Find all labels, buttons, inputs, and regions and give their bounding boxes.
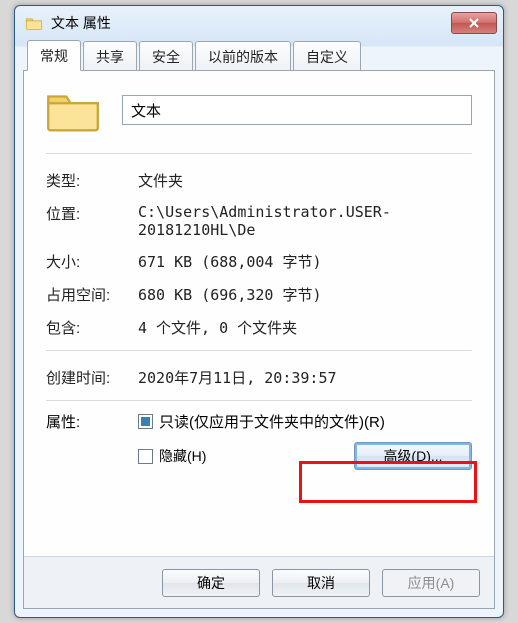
value-contains: 4 个文件, 0 个文件夹 [138,317,472,338]
label-created: 创建时间: [46,367,138,388]
folder-icon [25,16,43,30]
readonly-row: 只读(仅应用于文件夹中的文件)(R) [138,411,472,432]
label-type: 类型: [46,170,138,191]
titlebar: 文本 属性 [15,6,503,40]
label-contains: 包含: [46,317,138,338]
cancel-button[interactable]: 取消 [272,569,370,597]
value-created: 2020年7月11日, 20:39:57 [138,367,472,388]
tab-custom[interactable]: 自定义 [293,41,361,71]
general-panel: 类型: 文件夹 位置: C:\Users\Administrator.USER-… [23,70,495,609]
row-type: 类型: 文件夹 [46,170,472,191]
apply-button[interactable]: 应用(A) [382,569,480,597]
dialog-footer: 确定 取消 应用(A) [24,556,494,608]
properties-dialog: 文本 属性 常规 共享 安全 以前的版本 自定义 [14,5,504,618]
folder-name-input[interactable] [122,95,472,125]
row-size-on-disk: 占用空间: 680 KB (696,320 字节) [46,284,472,305]
close-icon [468,17,480,29]
label-size: 大小: [46,251,138,272]
tab-security[interactable]: 安全 [139,41,193,71]
value-size-on-disk: 680 KB (696,320 字节) [138,284,472,305]
advanced-button[interactable]: 高级(D)... [354,442,472,470]
row-created: 创建时间: 2020年7月11日, 20:39:57 [46,367,472,388]
ok-button[interactable]: 确定 [162,569,260,597]
folder-icon-large [46,87,100,133]
label-size-on-disk: 占用空间: [46,284,138,305]
label-attributes: 属性: [46,411,138,470]
readonly-label: 只读(仅应用于文件夹中的文件)(R) [159,411,385,432]
hidden-label: 隐藏(H) [159,446,206,466]
separator [46,350,472,351]
window-title: 文本 属性 [51,13,111,33]
separator [46,153,472,154]
row-size: 大小: 671 KB (688,004 字节) [46,251,472,272]
tab-previous-versions[interactable]: 以前的版本 [195,41,291,71]
tab-sharing[interactable]: 共享 [83,41,137,71]
hidden-advanced-row: 隐藏(H) 高级(D)... [138,442,472,470]
client-area: 常规 共享 安全 以前的版本 自定义 类型: 文件夹 位置: C:\Users [23,40,495,609]
attributes-block: 属性: 只读(仅应用于文件夹中的文件)(R) 隐藏(H) 高级(D)... [46,411,472,470]
row-location: 位置: C:\Users\Administrator.USER-20181210… [46,203,472,239]
name-row [46,87,472,133]
close-button[interactable] [451,12,497,34]
value-type: 文件夹 [138,170,472,191]
value-size: 671 KB (688,004 字节) [138,251,472,272]
value-location: C:\Users\Administrator.USER-20181210HL\D… [138,203,472,239]
tabstrip: 常规 共享 安全 以前的版本 自定义 [23,40,495,70]
row-contains: 包含: 4 个文件, 0 个文件夹 [46,317,472,338]
label-location: 位置: [46,203,138,239]
tab-general[interactable]: 常规 [27,40,81,71]
readonly-checkbox[interactable] [138,414,153,429]
hidden-checkbox[interactable] [138,449,153,464]
separator [46,400,472,401]
